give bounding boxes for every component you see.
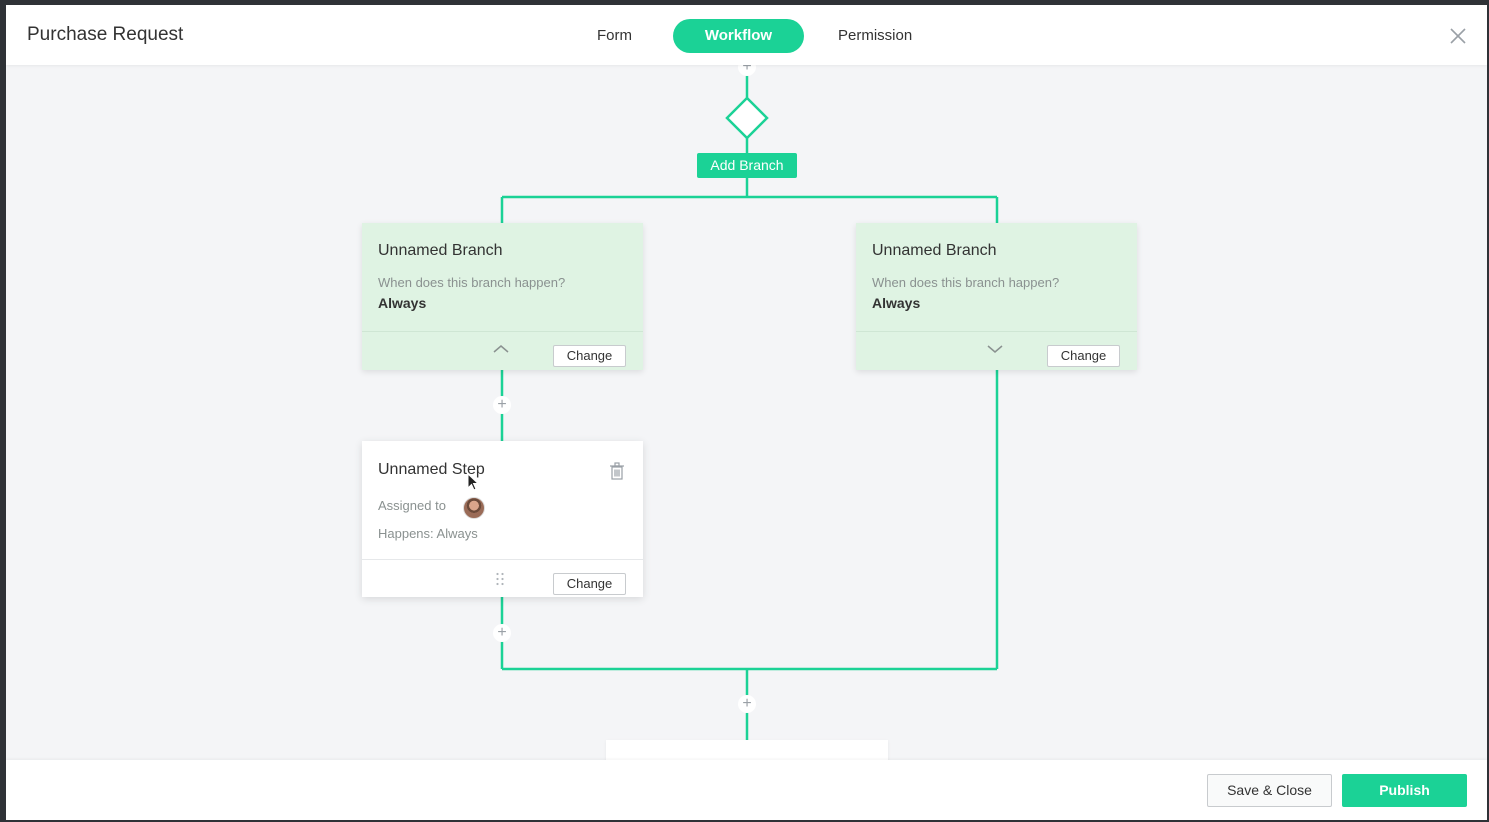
divider	[362, 331, 643, 332]
modal-footer: Save & Close Publish	[6, 760, 1487, 820]
branch-question: When does this branch happen?	[872, 275, 1060, 290]
add-branch-button[interactable]: Add Branch	[697, 153, 797, 178]
branch-condition: Always	[378, 295, 427, 311]
divider	[856, 331, 1137, 332]
add-step-plus-after-step[interactable]: +	[493, 624, 511, 642]
step-change-button[interactable]: Change	[553, 573, 626, 595]
drag-handle-icon[interactable]	[495, 572, 505, 586]
workflow-canvas: + Add Branch Unnamed Branch When does th…	[6, 5, 1487, 820]
tab-form[interactable]: Form	[597, 27, 632, 44]
modal-window: + Add Branch Unnamed Branch When does th…	[6, 5, 1487, 820]
divider	[362, 559, 643, 560]
happens-label: Happens: Always	[378, 526, 478, 541]
branch-condition: Always	[872, 295, 921, 311]
close-icon[interactable]	[1448, 26, 1468, 46]
tab-workflow[interactable]: Workflow	[673, 19, 804, 53]
mouse-cursor-icon	[467, 473, 479, 491]
tab-permission[interactable]: Permission	[838, 27, 912, 44]
page-title: Purchase Request	[27, 24, 184, 45]
assigned-to-label: Assigned to	[378, 498, 446, 513]
branch-title: Unnamed Branch	[378, 242, 503, 259]
branch-change-button[interactable]: Change	[553, 345, 626, 367]
branch-card-right: Unnamed Branch When does this branch hap…	[856, 223, 1137, 370]
assignee-avatar[interactable]	[463, 497, 485, 519]
branch-card-left: Unnamed Branch When does this branch hap…	[362, 223, 643, 370]
add-step-plus-bottom[interactable]: +	[738, 695, 756, 713]
branch-diamond	[725, 96, 769, 140]
step-card[interactable]: Unnamed Step Assigned to Happens: Always	[362, 441, 643, 597]
save-close-button[interactable]: Save & Close	[1207, 774, 1332, 807]
chevron-down-icon[interactable]	[986, 343, 1004, 355]
add-step-plus-left[interactable]: +	[493, 396, 511, 414]
modal-header: Purchase Request Form Workflow Permissio…	[6, 5, 1487, 65]
branch-question: When does this branch happen?	[378, 275, 566, 290]
branch-title: Unnamed Branch	[872, 242, 997, 259]
chevron-up-icon[interactable]	[492, 343, 510, 355]
publish-button[interactable]: Publish	[1342, 774, 1467, 807]
trash-icon[interactable]	[609, 462, 625, 480]
branch-change-button[interactable]: Change	[1047, 345, 1120, 367]
